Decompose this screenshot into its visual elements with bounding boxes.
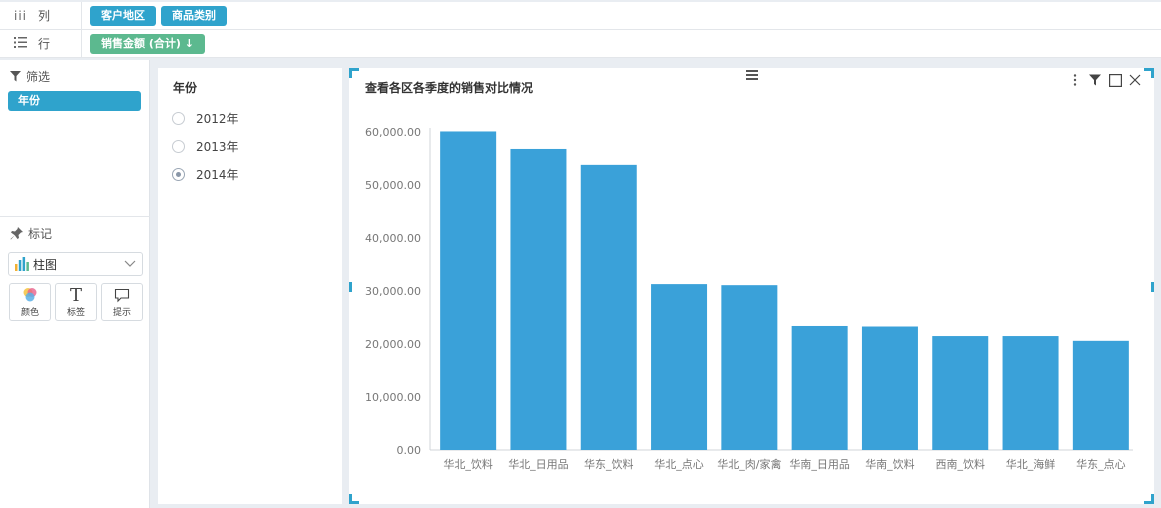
rows-icon <box>14 36 32 51</box>
year-filter-title: 年份 <box>173 81 198 95</box>
mark-type-select[interactable]: 柱图 <box>8 252 143 276</box>
filter-section-title: 筛选 <box>0 60 149 91</box>
pin-icon <box>10 227 23 240</box>
color-icon <box>23 288 37 302</box>
radio-circle-selected <box>172 167 185 181</box>
rows-shelf: 行 销售金额 (合计) ↓ <box>0 30 1161 58</box>
bar <box>580 164 637 451</box>
speech-bubble-icon <box>114 288 130 302</box>
radio-year-2014[interactable]: 2014年 <box>158 160 342 188</box>
x-tick-label: 华东_点心 <box>1076 457 1126 471</box>
text-icon: T <box>69 284 82 306</box>
y-tick-label: 10,000.00 <box>365 391 421 404</box>
columns-icon: iii <box>14 8 28 23</box>
x-tick-label: 华北_日用品 <box>508 457 569 471</box>
x-tick-label: 华北_饮料 <box>443 457 493 471</box>
bar <box>861 326 918 450</box>
y-tick-label: 0.00 <box>397 444 422 457</box>
bar <box>932 336 989 450</box>
y-tick-label: 20,000.00 <box>365 338 421 351</box>
year-filter-panel: 年份 2012年 2013年 2014年 <box>158 68 342 504</box>
bar <box>721 285 778 450</box>
bar <box>510 148 567 450</box>
y-tick-label: 60,000.00 <box>365 126 421 139</box>
bar <box>1002 336 1059 450</box>
mark-type-value: 柱图 <box>33 257 58 272</box>
y-tick-label: 50,000.00 <box>365 179 421 192</box>
columns-shelf-label: iii 列 <box>0 2 82 29</box>
x-tick-label: 华北_海鲜 <box>1006 457 1056 471</box>
rows-shelf-label: 行 <box>0 30 82 57</box>
bar <box>791 325 848 450</box>
bar <box>1072 340 1129 450</box>
bar-chart: 0.00 10,000.00 20,000.00 30,000.00 40,000.00… <box>365 126 1133 471</box>
color-button[interactable]: 颜色 <box>9 283 51 321</box>
bar-chart-icon <box>15 257 29 271</box>
label-button[interactable]: T 标签 <box>55 283 97 321</box>
radio-circle <box>172 111 185 125</box>
row-pill-sales-amount[interactable]: 销售金额 (合计) ↓ <box>90 33 205 54</box>
filter-pill-year[interactable]: 年份 <box>8 91 141 111</box>
filter-icon <box>10 71 21 82</box>
radio-circle <box>172 139 185 153</box>
x-tick-label: 华南_饮料 <box>865 457 915 471</box>
x-tick-label: 华北_肉/家禽 <box>717 457 781 471</box>
bar <box>651 284 708 450</box>
left-panel: 筛选 年份 标记 柱图 颜色 T 标签 提示 <box>0 60 150 508</box>
x-tick-label: 华南_日用品 <box>789 457 850 471</box>
x-tick-label: 西南_饮料 <box>936 457 986 471</box>
columns-shelf: iii 列 客户地区 商品类别 <box>0 2 1161 30</box>
marks-section-title: 标记 <box>0 217 150 248</box>
column-pill-category[interactable]: 商品类别 <box>161 5 227 26</box>
chevron-down-icon <box>124 260 136 267</box>
radio-year-2012[interactable]: 2012年 <box>158 104 342 132</box>
tooltip-button[interactable]: 提示 <box>101 283 143 321</box>
marks-section: 标记 柱图 颜色 T 标签 提示 <box>0 216 150 321</box>
radio-year-2013[interactable]: 2013年 <box>158 132 342 160</box>
column-pill-region[interactable]: 客户地区 <box>90 5 156 26</box>
chart-panel[interactable]: 查看各区各季度的销售对比情况 0.00 10,000.00 20,000.00 30,… <box>349 68 1154 504</box>
x-tick-label: 华北_点心 <box>654 457 704 471</box>
y-tick-label: 40,000.00 <box>365 232 421 245</box>
y-tick-label: 30,000.00 <box>365 285 421 298</box>
x-tick-label: 华东_饮料 <box>584 457 634 471</box>
bar <box>440 131 497 450</box>
